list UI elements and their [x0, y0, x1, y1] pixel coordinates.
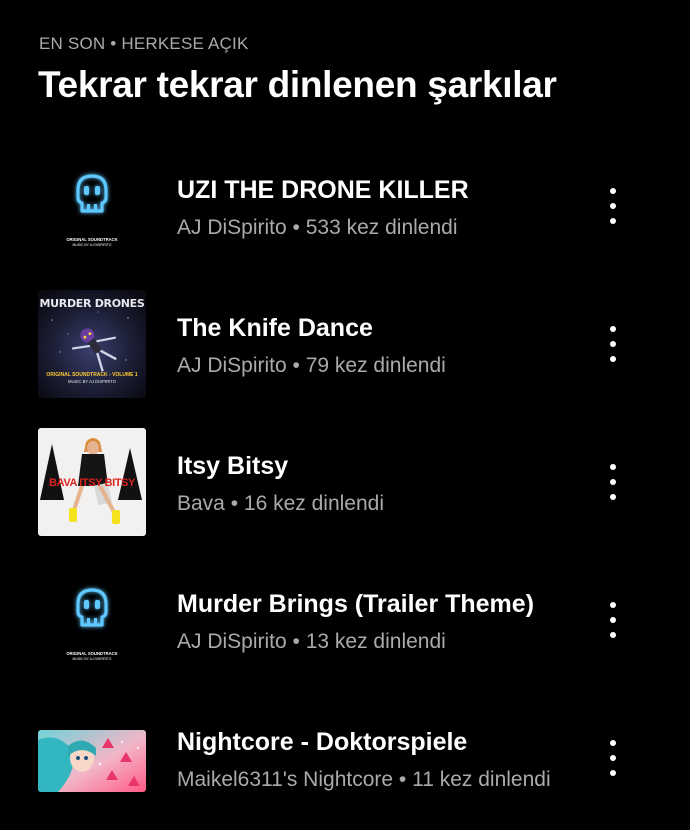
song-title: UZI THE DRONE KILLER: [177, 176, 469, 204]
song-meta: AJ DiSpirito • 533 kez dinlendi: [177, 216, 458, 239]
more-vertical-icon[interactable]: [598, 464, 628, 500]
svg-text:MURDER DRONES: MURDER DRONES: [40, 297, 145, 310]
song-title: Itsy Bitsy: [177, 452, 289, 480]
song-title: Murder Brings (Trailer Theme): [177, 590, 535, 618]
album-cover-image: BAVA ITSY BITSY: [38, 428, 146, 536]
song-row[interactable]: MURDER DRONES ORIGINAL SOUNDTRACK - VOLU…: [0, 288, 690, 426]
svg-text:ORIGINAL SOUNDTRACK - VOLUME 1: ORIGINAL SOUNDTRACK - VOLUME 1: [46, 372, 138, 378]
album-art-skull[interactable]: ORIGINAL SOUNDTRACK MUSIC BY AJ DISPIRIT…: [38, 566, 146, 674]
skull-icon: ORIGINAL SOUNDTRACK MUSIC BY AJ DISPIRIT…: [66, 174, 118, 247]
more-vertical-icon[interactable]: [598, 326, 628, 362]
more-vertical-icon[interactable]: [598, 740, 628, 776]
svg-text:MUSIC BY AJ DISPIRITO: MUSIC BY AJ DISPIRITO: [68, 379, 117, 384]
song-meta: AJ DiSpirito • 13 kez dinlendi: [177, 630, 446, 653]
album-art-itsy-bitsy[interactable]: BAVA ITSY BITSY: [38, 428, 146, 536]
song-meta: Bava • 16 kez dinlendi: [177, 492, 384, 515]
song-meta: AJ DiSpirito • 79 kez dinlendi: [177, 354, 446, 377]
svg-text:ORIGINAL SOUNDTRACK: ORIGINAL SOUNDTRACK: [66, 651, 117, 656]
album-art-nightcore[interactable]: [38, 730, 146, 792]
song-row[interactable]: Nightcore - Doktorspiele Maikel6311's Ni…: [0, 702, 690, 830]
album-art-murder-drones[interactable]: MURDER DRONES ORIGINAL SOUNDTRACK - VOLU…: [38, 290, 146, 398]
song-title: The Knife Dance: [177, 314, 373, 342]
svg-text:BAVA ITSY BITSY: BAVA ITSY BITSY: [49, 477, 136, 489]
svg-text:ORIGINAL SOUNDTRACK: ORIGINAL SOUNDTRACK: [66, 237, 117, 242]
song-row[interactable]: ORIGINAL SOUNDTRACK MUSIC BY AJ DISPIRIT…: [0, 564, 690, 702]
more-vertical-icon[interactable]: [598, 188, 628, 224]
album-cover-image: MURDER DRONES ORIGINAL SOUNDTRACK - VOLU…: [38, 290, 146, 398]
song-list: ORIGINAL SOUNDTRACK MUSIC BY AJ DISPIRIT…: [0, 150, 690, 830]
svg-text:MUSIC BY AJ DISPIRITO: MUSIC BY AJ DISPIRITO: [73, 657, 112, 661]
section-title: Tekrar tekrar dinlenen şarkılar: [38, 64, 557, 105]
section-eyebrow: EN SON • HERKESE AÇIK: [39, 34, 249, 53]
more-vertical-icon[interactable]: [598, 602, 628, 638]
recently-played-page: EN SON • HERKESE AÇIK Tekrar tekrar dinl…: [0, 0, 690, 830]
album-art-skull[interactable]: ORIGINAL SOUNDTRACK MUSIC BY AJ DISPIRIT…: [38, 152, 146, 260]
song-row[interactable]: ORIGINAL SOUNDTRACK MUSIC BY AJ DISPIRIT…: [0, 150, 690, 288]
video-thumbnail-image: [38, 730, 146, 792]
song-row[interactable]: BAVA ITSY BITSY Itsy Bitsy Bava • 16 kez…: [0, 426, 690, 564]
skull-icon: ORIGINAL SOUNDTRACK MUSIC BY AJ DISPIRIT…: [66, 588, 118, 661]
song-meta: Maikel6311's Nightcore • 11 kez dinlendi: [177, 768, 551, 791]
song-title: Nightcore - Doktorspiele: [177, 728, 468, 756]
svg-text:MUSIC BY AJ DISPIRITO: MUSIC BY AJ DISPIRITO: [73, 243, 112, 247]
